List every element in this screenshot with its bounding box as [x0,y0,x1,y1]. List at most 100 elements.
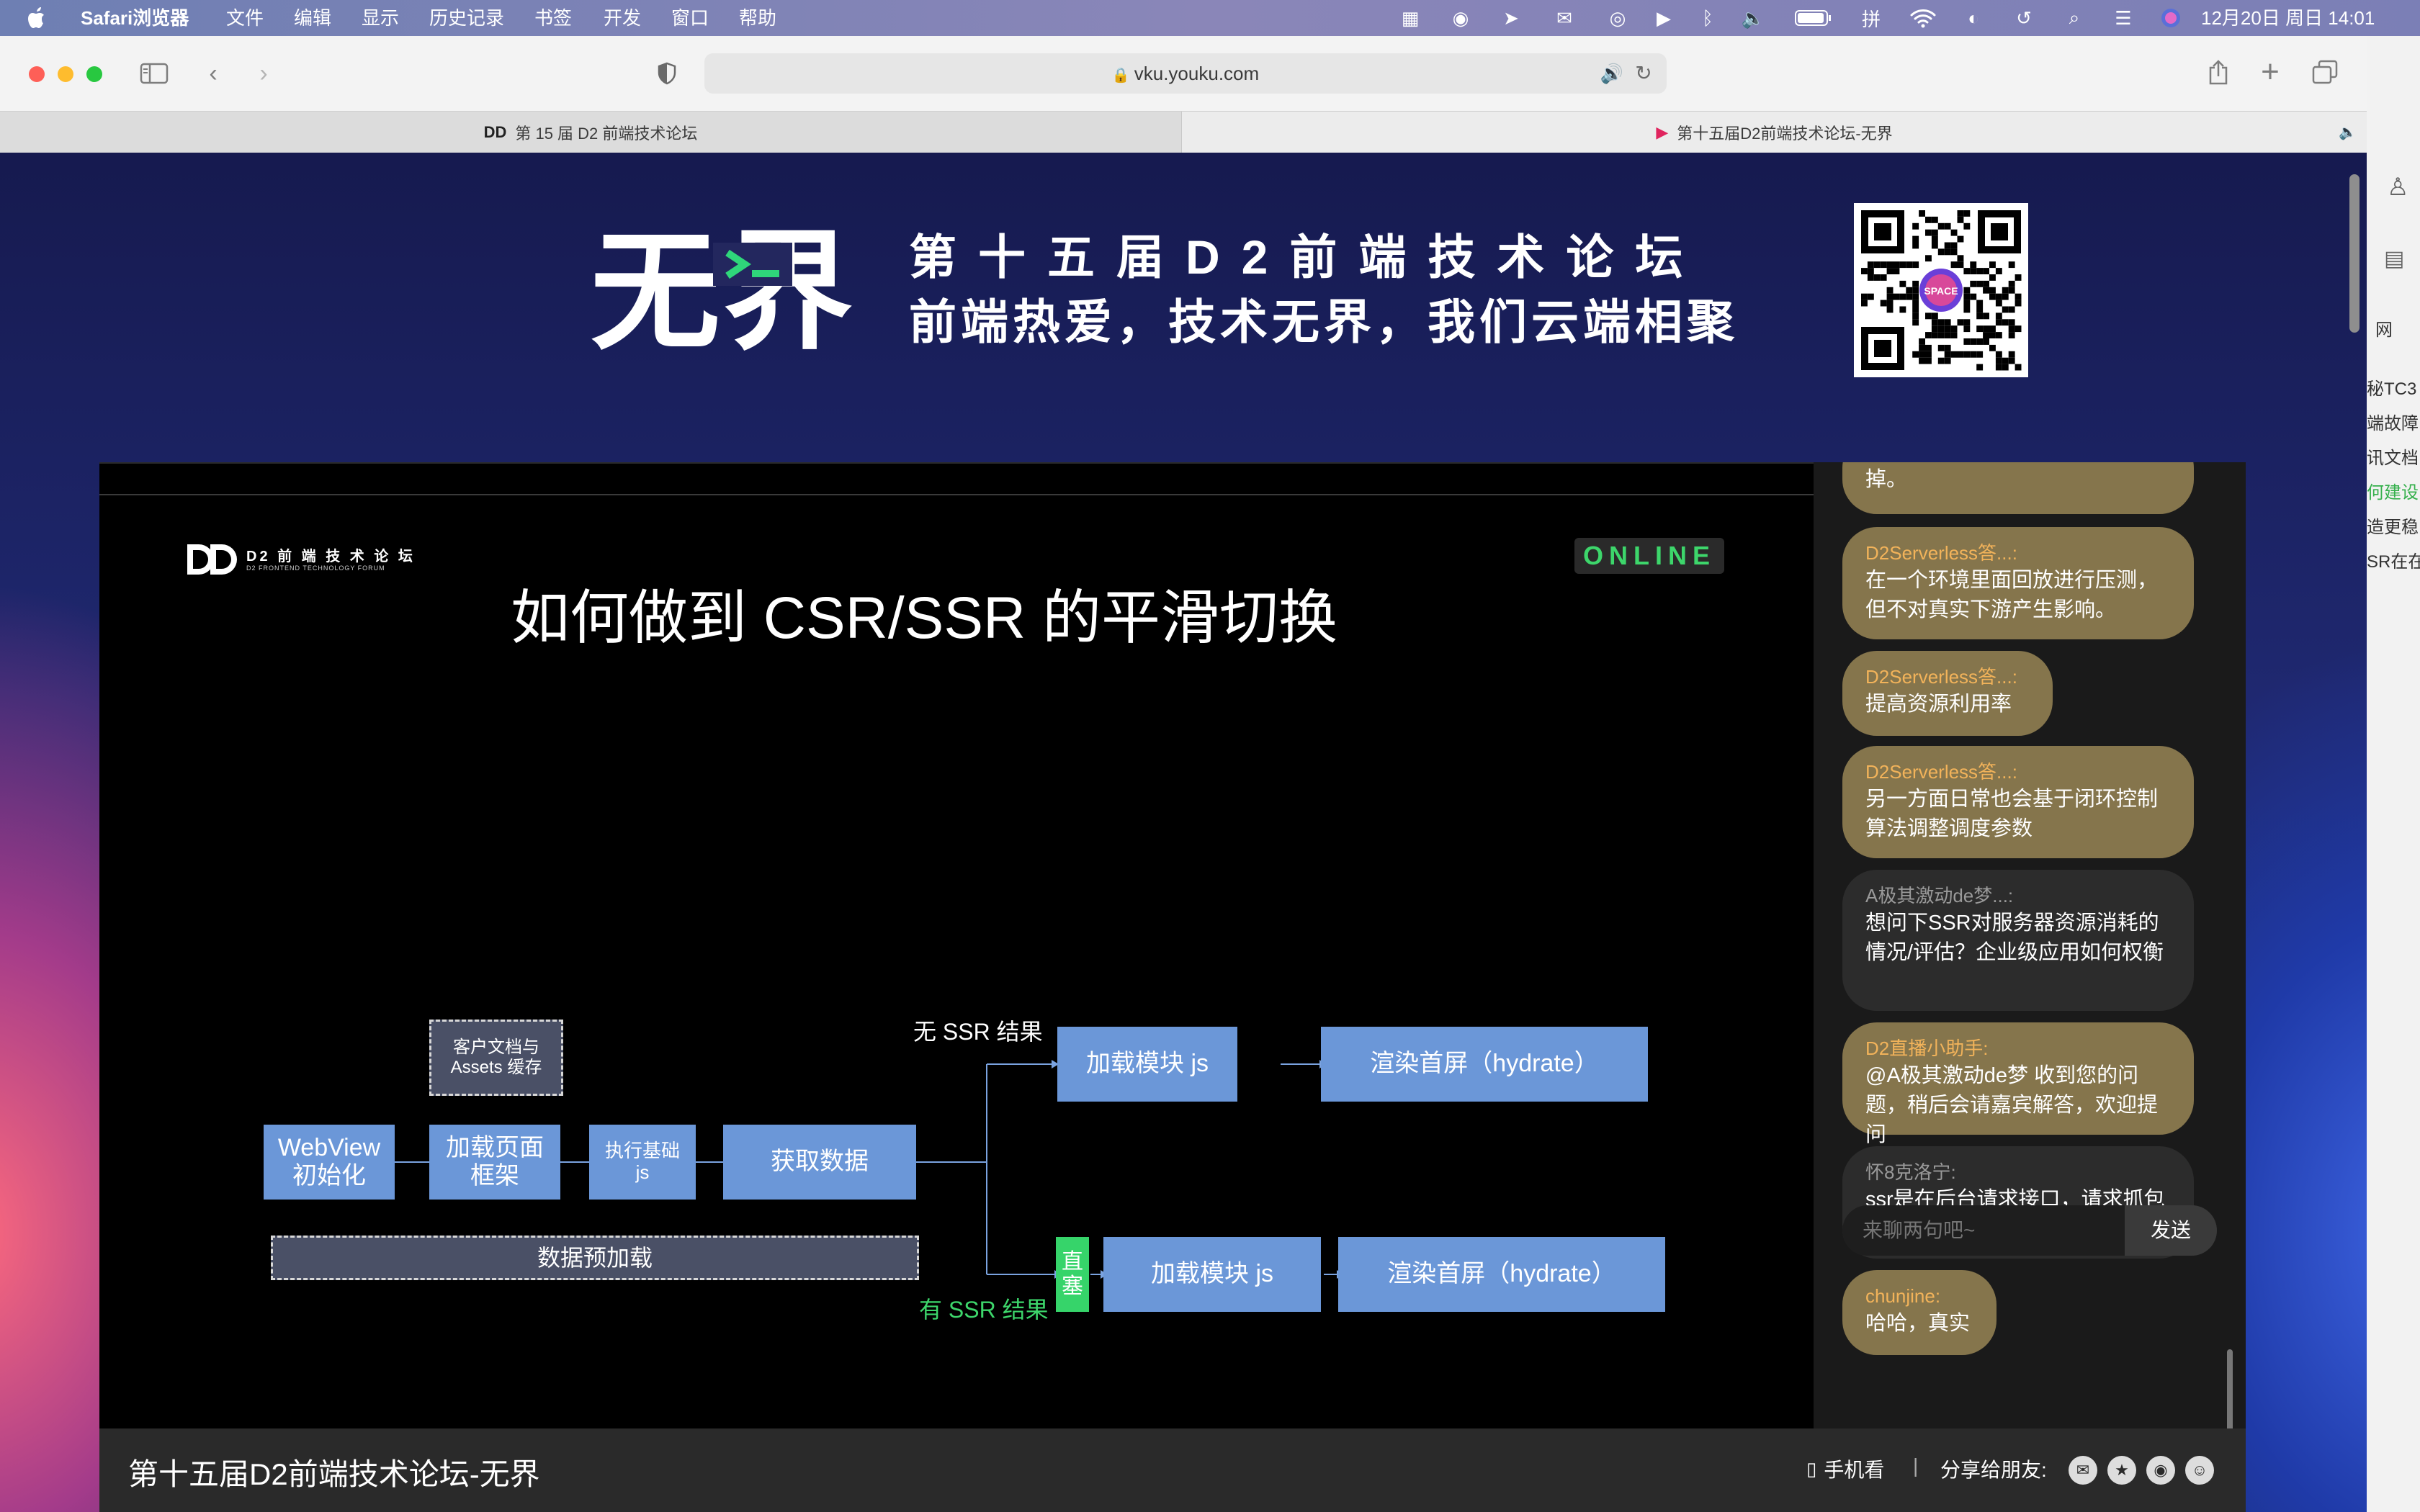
control-center-icon[interactable]: ☰ [2110,5,2136,31]
menu-develop[interactable]: 开发 [604,4,641,32]
tab-d2-forum[interactable]: DD 第 15 届 D2 前端技术论坛 [0,112,1182,153]
qr-module [1867,274,1874,281]
banner-logo: 无界 [591,221,856,365]
grid-status-icon[interactable]: ▦ [1397,5,1423,31]
qr-module [1912,242,1919,249]
compass-status-icon[interactable]: ◉ [1448,5,1474,31]
url-text[interactable]: 🔒 vku.youku.com [704,53,1667,94]
browser-toolbar: ‹ › 🔒 vku.youku.com 🔊 ↻ + [0,36,2367,111]
render-top-box: 渲染首屏（hydrate） [1321,1027,1648,1102]
cache-box: 客户文档与 Assets 缓存 [429,1020,563,1096]
chat-scroll-thumb[interactable] [2227,1349,2233,1428]
tab-youku-live[interactable]: ▶ 第十五届D2前端技术论坛-无界 🔈 [1182,112,2367,153]
qr-module [1963,325,1971,333]
url-value: vku.youku.com [1134,63,1260,84]
chat-username: A极其激动de梦...: [1865,885,2014,906]
qr-module [1937,344,1945,351]
chat-panel[interactable]: 掉。 D2Serverless答...: 在一个环境里面回放进行压测，但不对真实… [1814,462,2246,1428]
chat-scrollbar[interactable] [2227,629,2233,1407]
tab-overview-icon[interactable] [2309,56,2341,88]
qr-module [1867,261,1874,269]
menu-edit[interactable]: 编辑 [294,4,331,32]
apple-icon[interactable] [23,5,52,31]
address-bar[interactable]: 🔒 vku.youku.com 🔊 ↻ [704,53,1667,94]
spotlight-search-icon[interactable]: ⌕ [2061,5,2087,31]
reload-icon[interactable]: ↻ [1631,60,1657,86]
page-scroll-thumb[interactable] [2349,174,2360,333]
send-status-icon[interactable]: ➤ [1498,5,1524,31]
qzone-share-icon[interactable]: ★ [2107,1456,2136,1485]
menu-app-name[interactable]: Safari浏览器 [81,4,189,32]
strip-user-icon: ♙ [2387,174,2409,201]
load-frame-box: 加载页面 框架 [429,1125,560,1200]
privacy-shield-icon[interactable] [653,58,681,89]
qr-module [2015,300,2022,307]
share-icon[interactable] [2204,56,2233,88]
render-bottom-box: 渲染首屏（hydrate） [1338,1237,1665,1312]
forward-icon[interactable]: › [251,58,277,89]
volume-icon[interactable]: 🔈 [1739,5,1767,31]
qr-module [1873,261,1881,269]
qr-module [1970,338,1977,345]
chat-message-text: 提高资源利用率 [1865,693,2012,716]
search-app-status-icon[interactable]: ◎ [1605,5,1631,31]
qr-module [1976,268,1984,274]
user-icon[interactable]: ◐ [1960,5,1986,31]
qr-module [2002,287,2009,294]
qr-module [1963,210,1971,217]
close-window-button[interactable] [29,66,45,82]
wechat-share-icon[interactable]: ✉ [2069,1456,2097,1485]
back-icon[interactable]: ‹ [200,58,226,89]
mobile-watch-link[interactable]: ▯ 手机看 [1806,1454,1884,1483]
chat-username: D2Serverless答...: [1865,761,2017,783]
video-title: 第十五届D2前端技术论坛-无界 [128,1457,540,1491]
qr-code-pattern-icon: SPACE [1861,210,2022,371]
minimize-window-button[interactable] [58,66,73,82]
qr-module [1976,312,1984,320]
bluetooth-icon[interactable]: ᛒ [1697,5,1718,31]
menubar-datetime[interactable]: 12月20日 周日 14:01 [2201,4,2375,32]
menu-help[interactable]: 帮助 [739,4,776,32]
menu-bookmarks[interactable]: 书签 [534,4,572,32]
qr-code[interactable]: SPACE [1854,203,2028,377]
menu-window[interactable]: 窗口 [671,4,709,32]
weibo-share-icon[interactable]: ◉ [2146,1456,2175,1485]
tab-bar: DD 第 15 届 D2 前端技术论坛 ▶ 第十五届D2前端技术论坛-无界 🔈 [0,111,2367,154]
qr-module [1970,261,1977,269]
send-button[interactable]: 发送 [2125,1205,2217,1256]
qr-module [1957,255,1964,262]
tab-audio-icon[interactable]: 🔈 [2339,123,2357,141]
qr-module [1919,357,1925,364]
qr-module [1906,261,1913,269]
qr-module [1976,364,1984,371]
chat-input[interactable] [1842,1205,2125,1256]
qr-module [1880,300,1887,307]
strip-line: 秘TC3 [2367,379,2417,399]
menu-file[interactable]: 文件 [226,4,264,32]
sidebar-toggle-icon[interactable] [137,58,171,89]
input-method-icon[interactable]: 拼 [1858,5,1884,31]
zoom-window-button[interactable] [86,66,102,82]
menu-view[interactable]: 显示 [362,4,399,32]
time-machine-icon[interactable]: ↺ [2011,5,2037,31]
play-status-icon[interactable]: ▶ [1651,5,1677,31]
preload-box: 数据预加载 [271,1236,919,1280]
audio-playing-icon[interactable]: 🔊 [1599,60,1625,86]
video-player[interactable]: D2 前 端 技 术 论 坛 D2 FRONTEND TECHNOLOGY FO… [99,462,1814,1430]
qq-share-icon[interactable]: ☺ [2185,1456,2214,1485]
qr-module [1989,274,1996,281]
qr-module [1963,300,1971,307]
qr-module [1976,306,1984,313]
battery-icon[interactable] [1793,5,1834,31]
cache-line1: 客户文档与 [453,1038,539,1058]
wechat-status-icon[interactable]: ✉ [1549,5,1580,31]
new-tab-icon[interactable]: + [2256,54,2285,89]
wifi-icon[interactable] [1909,5,1937,31]
qr-module [1983,312,1989,320]
cache-line2: Assets 缓存 [450,1058,542,1077]
menu-history[interactable]: 历史记录 [429,4,504,32]
qr-module [1912,351,1919,358]
qr-module [1950,332,1958,338]
siri-icon[interactable] [2158,5,2184,31]
qr-module [1912,280,1919,287]
